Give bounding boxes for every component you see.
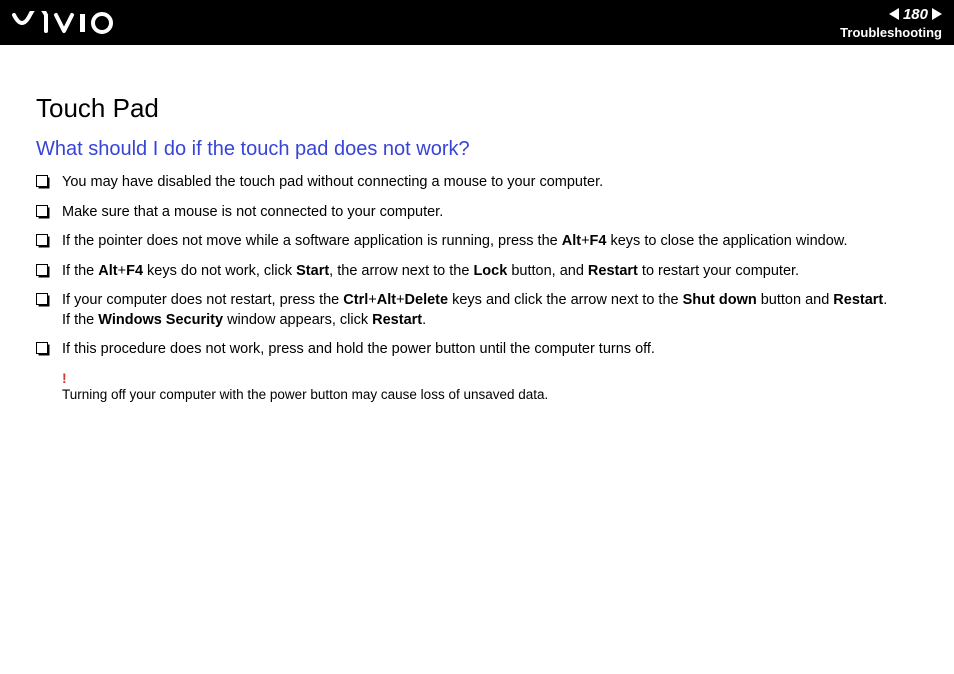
list-item: If the pointer does not move while a sof… (36, 232, 922, 252)
bullet-icon (36, 293, 48, 305)
prev-page-arrow-icon[interactable] (889, 8, 899, 20)
vaio-logo-icon (12, 11, 122, 35)
bullet-text: If the pointer does not move while a sof… (62, 232, 922, 252)
page-navigation: 180 (889, 6, 942, 23)
list-item: If the Alt+F4 keys do not work, click St… (36, 262, 922, 282)
bullet-text: If the Alt+F4 keys do not work, click St… (62, 262, 922, 282)
list-item: If this procedure does not work, press a… (36, 340, 922, 360)
bullet-icon (36, 234, 48, 246)
next-page-arrow-icon[interactable] (932, 8, 942, 20)
header-bar: 180 Troubleshooting (0, 0, 954, 45)
vaio-logo (12, 11, 122, 35)
list-item: You may have disabled the touch pad with… (36, 173, 922, 193)
page-title: Touch Pad (36, 93, 922, 124)
warning-mark-icon: ! (62, 370, 922, 386)
warning-block: ! Turning off your computer with the pow… (62, 370, 922, 404)
bullet-icon (36, 175, 48, 187)
bullet-list: You may have disabled the touch pad with… (36, 173, 922, 360)
sub-heading: What should I do if the touch pad does n… (36, 138, 922, 161)
list-item: If your computer does not restart, press… (36, 291, 922, 330)
page-content: Touch Pad What should I do if the touch … (0, 45, 954, 404)
warning-text: Turning off your computer with the power… (62, 387, 548, 402)
header-right: 180 Troubleshooting (840, 6, 942, 40)
bullet-icon (36, 205, 48, 217)
bullet-text: If your computer does not restart, press… (62, 291, 922, 330)
list-item: Make sure that a mouse is not connected … (36, 203, 922, 223)
bullet-icon (36, 342, 48, 354)
breadcrumb: Troubleshooting (840, 25, 942, 40)
bullet-text: You may have disabled the touch pad with… (62, 173, 922, 193)
bullet-text: Make sure that a mouse is not connected … (62, 203, 922, 223)
page-number: 180 (903, 6, 928, 23)
bullet-text: If this procedure does not work, press a… (62, 340, 922, 360)
bullet-icon (36, 264, 48, 276)
